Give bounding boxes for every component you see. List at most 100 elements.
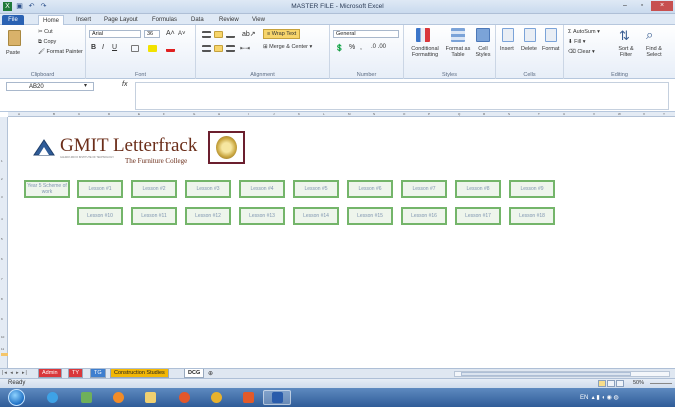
- lesson-cell[interactable]: Lesson #9: [509, 180, 555, 198]
- delete-button[interactable]: Delete: [521, 46, 537, 52]
- taskbar-media-player[interactable]: [104, 390, 132, 405]
- horizontal-scroll-thumb[interactable]: [461, 372, 631, 376]
- close-button[interactable]: ×: [651, 1, 673, 11]
- find-icon[interactable]: ⌕: [646, 27, 653, 43]
- lesson-cell[interactable]: Lesson #8: [455, 180, 501, 198]
- lesson-cell[interactable]: Lesson #18: [509, 207, 555, 225]
- lesson-cell[interactable]: Lesson #7: [401, 180, 447, 198]
- align-center-icon[interactable]: [214, 45, 223, 52]
- lesson-cell[interactable]: Lesson #4: [239, 180, 285, 198]
- lesson-cell[interactable]: Lesson #3: [185, 180, 231, 198]
- wrap-text-button[interactable]: ≡ Wrap Text: [263, 29, 301, 39]
- format-as-table-button[interactable]: Format as Table: [444, 46, 472, 58]
- italic-button[interactable]: I: [102, 44, 104, 51]
- conditional-formatting-icon[interactable]: [416, 28, 430, 42]
- sheet-tab-dcg[interactable]: DCG: [184, 369, 205, 378]
- lesson-cell[interactable]: Lesson #10: [77, 207, 123, 225]
- lesson-cell[interactable]: Lesson #12: [185, 207, 231, 225]
- copy-button[interactable]: ⧉ Copy: [38, 39, 56, 46]
- tab-page-layout[interactable]: Page Layout: [104, 15, 138, 25]
- delete-cells-icon[interactable]: [524, 28, 536, 42]
- borders-icon[interactable]: [131, 45, 139, 52]
- font-size-select[interactable]: 36: [144, 30, 160, 38]
- clear-button[interactable]: ⌫ Clear ▾: [568, 49, 595, 55]
- align-middle-icon[interactable]: [214, 31, 223, 38]
- taskbar-app[interactable]: [234, 390, 262, 405]
- lesson-cell[interactable]: Lesson #14: [293, 207, 339, 225]
- sort-filter-icon[interactable]: ⇅: [619, 28, 630, 44]
- sheet-tab-admin[interactable]: Admin: [38, 369, 62, 378]
- bold-button[interactable]: B: [91, 44, 96, 51]
- format-as-table-icon[interactable]: [451, 28, 465, 42]
- autosum-button[interactable]: Σ AutoSum ▾: [568, 29, 600, 35]
- font-color-icon[interactable]: [166, 45, 175, 52]
- paste-icon[interactable]: [8, 30, 21, 46]
- fill-color-icon[interactable]: [148, 45, 157, 52]
- find-select-button[interactable]: Find & Select: [640, 46, 668, 58]
- decimal-icon[interactable]: .0 .00: [371, 44, 386, 50]
- lesson-cell[interactable]: Lesson #16: [401, 207, 447, 225]
- currency-icon[interactable]: 💲: [335, 44, 344, 52]
- insert-cells-icon[interactable]: [502, 28, 514, 42]
- align-top-icon[interactable]: [202, 31, 211, 38]
- maximize-button[interactable]: ▫: [634, 1, 650, 11]
- normal-view-button[interactable]: [598, 380, 606, 387]
- lesson-cell[interactable]: Lesson #11: [131, 207, 177, 225]
- name-box[interactable]: AB20: [6, 82, 94, 91]
- align-right-icon[interactable]: [226, 45, 235, 52]
- indent-icon[interactable]: ⇤⇥: [240, 45, 250, 52]
- orientation-icon[interactable]: ab↗: [242, 30, 256, 38]
- shrink-font-icon[interactable]: A˅: [178, 31, 186, 37]
- tab-view[interactable]: View: [252, 15, 265, 25]
- tab-data[interactable]: Data: [191, 15, 204, 25]
- lesson-cell[interactable]: Lesson #17: [455, 207, 501, 225]
- tab-review[interactable]: Review: [219, 15, 239, 25]
- format-painter-button[interactable]: 🖌 Format Painter: [38, 49, 83, 55]
- grow-font-icon[interactable]: A˄: [166, 30, 175, 37]
- insert-function-button[interactable]: fx: [122, 81, 127, 88]
- lesson-cell[interactable]: Lesson #5: [293, 180, 339, 198]
- cut-button[interactable]: ✂ Cut: [38, 29, 53, 35]
- page-layout-view-button[interactable]: [607, 380, 615, 387]
- format-cells-icon[interactable]: [545, 28, 557, 42]
- tab-home[interactable]: Home: [38, 15, 65, 25]
- taskbar-firefox[interactable]: [170, 390, 198, 405]
- taskbar-folder[interactable]: [136, 390, 164, 405]
- horizontal-scrollbar[interactable]: [454, 371, 670, 377]
- minimize-button[interactable]: –: [617, 1, 633, 11]
- new-sheet-icon[interactable]: ⊕: [208, 370, 213, 377]
- percent-button[interactable]: %: [349, 44, 355, 51]
- zoom-slider[interactable]: [650, 383, 672, 384]
- font-name-select[interactable]: Arial: [89, 30, 141, 38]
- taskbar-word[interactable]: [263, 390, 291, 405]
- cell-styles-button[interactable]: Cell Styles: [473, 46, 493, 58]
- language-indicator[interactable]: EN: [580, 395, 588, 401]
- name-box-dropdown-icon[interactable]: ▾: [84, 82, 87, 89]
- align-left-icon[interactable]: [202, 45, 211, 52]
- taskbar-explorer[interactable]: [72, 390, 100, 405]
- tab-formulas[interactable]: Formulas: [152, 15, 177, 25]
- taskbar-chrome[interactable]: [202, 390, 230, 405]
- sheet-nav-arrows[interactable]: |◂ ◂ ▸ ▸|: [2, 370, 28, 376]
- formula-input[interactable]: [135, 82, 669, 110]
- zoom-level[interactable]: 50%: [633, 380, 644, 386]
- page-break-view-button[interactable]: [616, 380, 624, 387]
- tab-insert[interactable]: Insert: [76, 15, 91, 25]
- sheet-tab-ty[interactable]: TY: [68, 369, 84, 378]
- lesson-cell[interactable]: Lesson #2: [131, 180, 177, 198]
- taskbar-ie[interactable]: [38, 390, 66, 405]
- sheet-tab-construction-studies[interactable]: Construction Studies: [110, 369, 169, 378]
- start-button[interactable]: [8, 389, 25, 406]
- lesson-cell[interactable]: Lesson #13: [239, 207, 285, 225]
- scheme-of-work-cell[interactable]: Year 5 Scheme of work: [24, 180, 70, 198]
- conditional-formatting-button[interactable]: Conditional Formatting: [407, 46, 443, 58]
- paste-button[interactable]: Paste: [6, 50, 20, 56]
- insert-button[interactable]: Insert: [500, 46, 514, 52]
- tab-file[interactable]: File: [2, 15, 24, 25]
- fill-button[interactable]: ⬇ Fill ▾: [568, 39, 585, 45]
- lesson-cell[interactable]: Lesson #1: [77, 180, 123, 198]
- sheet-tab-tg[interactable]: TG: [90, 369, 106, 378]
- sort-filter-button[interactable]: Sort & Filter: [613, 46, 639, 58]
- merge-center-button[interactable]: ⊞ Merge & Center ▾: [263, 44, 312, 50]
- align-bottom-icon[interactable]: [226, 31, 235, 38]
